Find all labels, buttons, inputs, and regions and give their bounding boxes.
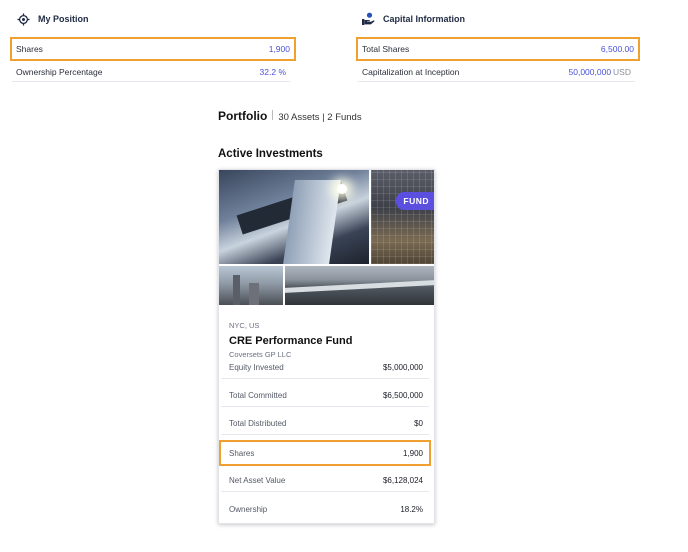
capital-inception-label: Capitalization at Inception <box>362 66 460 77</box>
position-shares-value: 1,900 <box>268 44 290 54</box>
position-ownership-row: Ownership Percentage 32.2 % <box>12 62 290 82</box>
card-row-total-distributed: Total Distributed $0 <box>221 413 429 435</box>
hand-coins-icon <box>361 12 375 26</box>
building-photo-2: FUND <box>371 170 434 264</box>
card-row-label: Ownership <box>229 504 268 514</box>
investment-location: NYC, US <box>229 321 260 330</box>
portfolio-header: Portfolio 30 Assets | 2 Funds <box>218 109 362 123</box>
capital-inception-unit: USD <box>613 66 631 77</box>
capital-information-title: Capital Information <box>383 14 466 24</box>
capital-total-shares-value: 6,500.00 <box>600 44 634 54</box>
card-row-value: $5,000,000 <box>382 363 423 372</box>
position-ownership-label: Ownership Percentage <box>16 66 103 77</box>
card-row-value: 18.2% <box>400 504 423 514</box>
portfolio-divider <box>272 110 274 120</box>
my-position-header: My Position <box>16 12 89 26</box>
card-row-value: 1,900 <box>402 448 423 458</box>
card-row-total-committed: Total Committed $6,500,000 <box>221 385 429 407</box>
card-row-label: Net Asset Value <box>229 476 286 485</box>
capital-total-shares-row: Total Shares 6,500.00 <box>356 37 640 61</box>
card-row-label: Equity Invested <box>229 363 284 372</box>
capital-inception-value: 50,000,000 USD <box>568 66 632 77</box>
investment-photo-collage: FUND <box>219 170 434 305</box>
card-row-ownership: Ownership 18.2% <box>221 498 429 520</box>
my-position-title: My Position <box>38 14 89 24</box>
portfolio-summary: 30 Assets | 2 Funds <box>278 112 362 123</box>
card-row-value: $0 <box>414 419 423 428</box>
position-ownership-value: 32.2 % <box>259 66 286 77</box>
card-row-equity-invested: Equity Invested $5,000,000 <box>221 357 429 379</box>
building-photo-4 <box>285 266 434 305</box>
fund-badge: FUND <box>396 192 434 210</box>
capital-information-header: Capital Information <box>361 12 465 26</box>
card-row-label: Shares <box>229 448 255 458</box>
building-photo-3 <box>219 266 283 305</box>
crosshair-icon <box>16 12 30 26</box>
card-row-label: Total Committed <box>229 391 287 400</box>
position-shares-label: Shares <box>16 44 43 54</box>
card-row-net-asset-value: Net Asset Value $6,128,024 <box>221 470 429 492</box>
investment-card[interactable]: FUND NYC, US CRE Performance Fund Covers… <box>218 169 435 524</box>
capital-inception-row: Capitalization at Inception 50,000,000 US… <box>358 62 635 82</box>
position-shares-row: Shares 1,900 <box>10 37 296 61</box>
card-row-value: $6,500,000 <box>382 391 423 400</box>
card-row-value: $6,128,024 <box>382 476 423 485</box>
capital-total-shares-label: Total Shares <box>362 44 410 54</box>
card-row-shares: Shares 1,900 <box>219 440 431 466</box>
card-row-label: Total Distributed <box>229 419 287 428</box>
building-photo-1 <box>219 170 369 264</box>
active-investments-title: Active Investments <box>218 148 323 160</box>
portfolio-title: Portfolio <box>218 109 268 123</box>
investment-name[interactable]: CRE Performance Fund <box>229 335 424 347</box>
